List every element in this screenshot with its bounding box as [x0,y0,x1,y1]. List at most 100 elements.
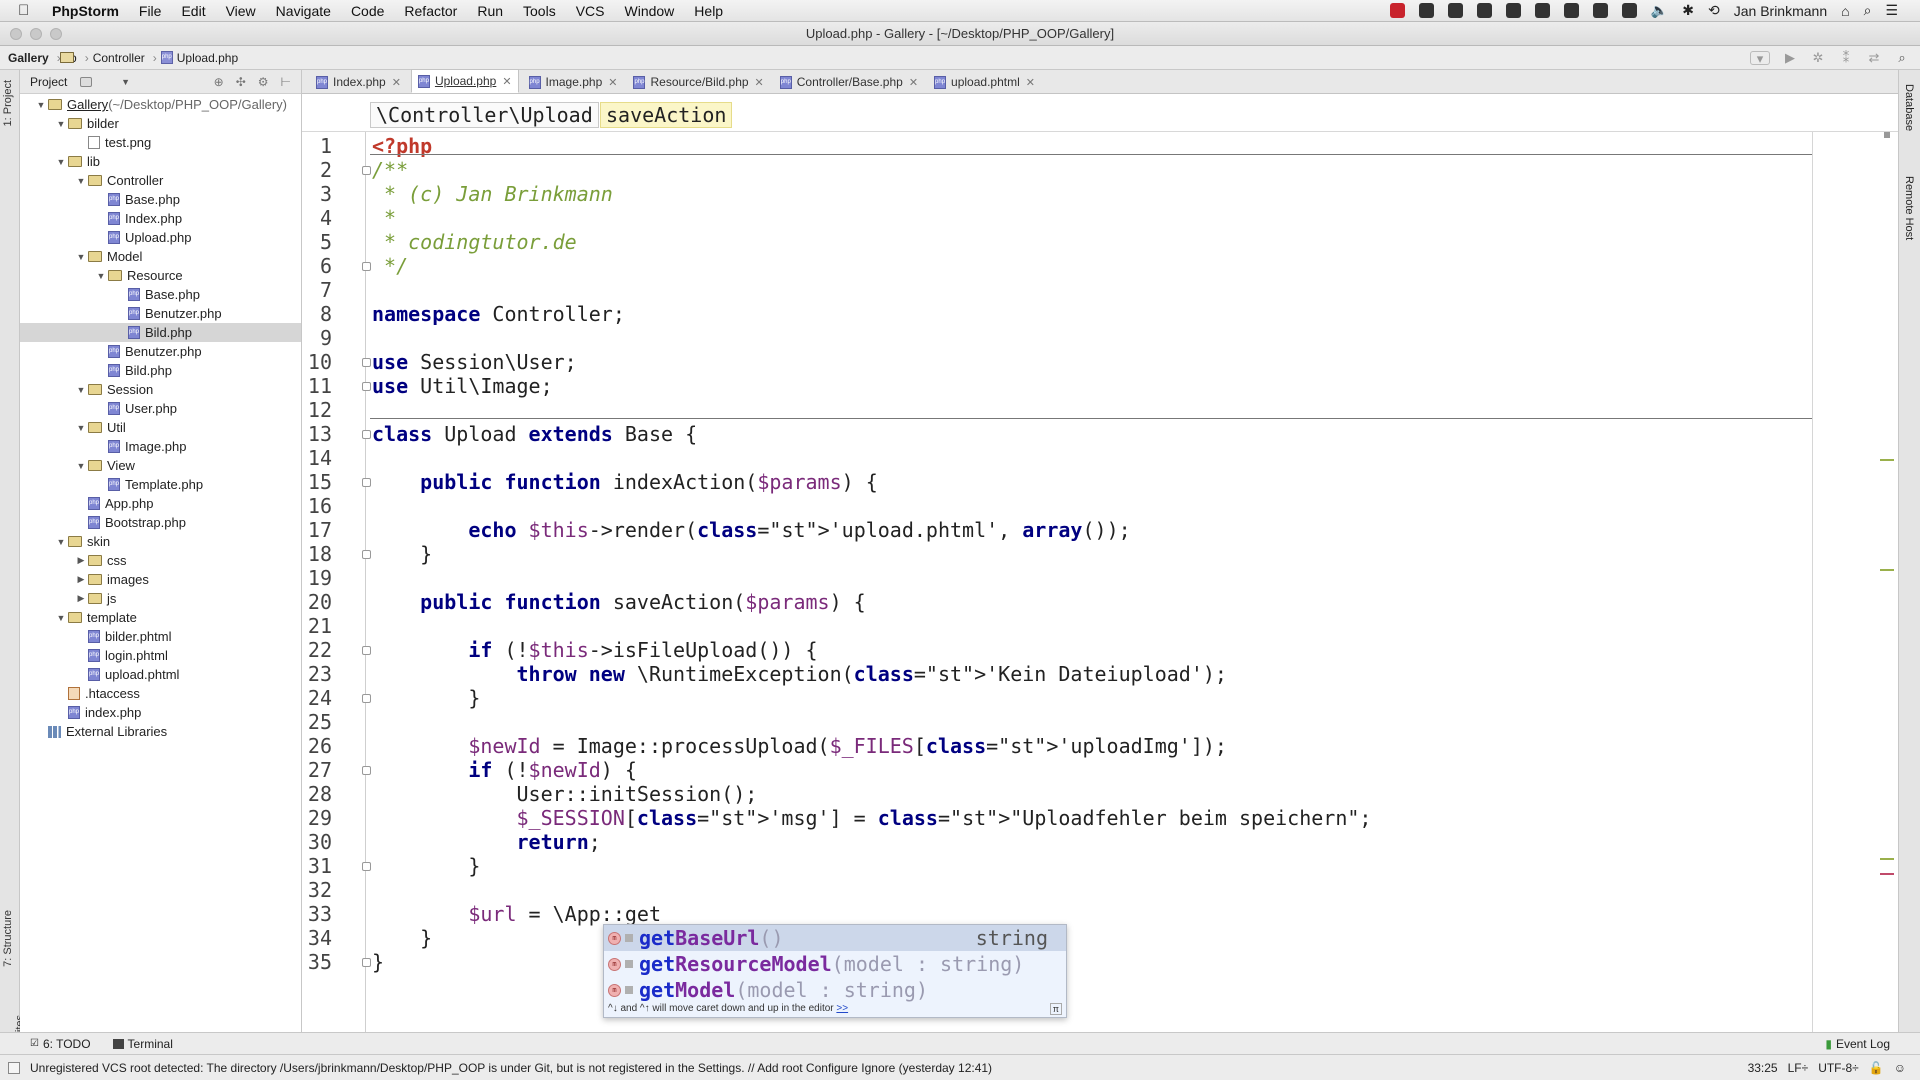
tree-item[interactable]: ▼ Resource [20,266,301,285]
search-everywhere-icon[interactable]: ⌕ [1894,50,1910,65]
dropbox-icon[interactable] [1418,3,1434,18]
breadcrumb-controller[interactable]: Controller [60,51,145,65]
editor-breadcrumb-class[interactable]: \Controller\Upload [370,102,599,128]
expanded-arrow-icon[interactable]: ▼ [74,423,88,433]
tree-item[interactable]: ▼ Session [20,380,301,399]
bluetooth-icon[interactable]: ✱ [1682,2,1694,19]
tree-item[interactable]: php Template.php [20,475,301,494]
creative-cloud-icon[interactable] [1563,3,1579,18]
close-window-button[interactable] [10,28,22,40]
tab-image-php[interactable]: php Image.php ✕ [523,71,624,93]
tree-item[interactable]: php User.php [20,399,301,418]
hide-panel-icon[interactable]: ⊢ [281,75,291,89]
expanded-arrow-icon[interactable]: ▼ [74,252,88,262]
todo-toolwindow-button[interactable]: ☑ 6: TODO [30,1037,91,1051]
vcs-icon[interactable]: ⇄ [1866,50,1882,65]
tab-resource-bild-php[interactable]: php Resource/Bild.php ✕ [627,71,769,93]
tree-item[interactable]: ▶ js [20,589,301,608]
tree-item[interactable]: ▼ Controller [20,171,301,190]
expanded-arrow-icon[interactable]: ▼ [94,271,108,281]
tree-item[interactable]: php Base.php [20,285,301,304]
menu-file[interactable]: File [139,3,162,19]
tree-item[interactable]: php Index.php [20,209,301,228]
event-log-button[interactable]: ▮ Event Log [1825,1037,1890,1051]
menu-refactor[interactable]: Refactor [404,3,457,19]
tab-controller-base-php[interactable]: php Controller/Base.php ✕ [774,71,924,93]
tree-item[interactable]: External Libraries [20,722,301,741]
tree-item[interactable]: php Base.php [20,190,301,209]
expanded-arrow-icon[interactable]: ▼ [54,613,68,623]
expanded-arrow-icon[interactable]: ▼ [74,385,88,395]
scroll-from-source-icon[interactable]: ⊕ [214,75,224,89]
project-toolwindow-button[interactable]: 1: Project [2,80,14,126]
menu-navigate[interactable]: Navigate [276,3,331,19]
tree-item[interactable]: php App.php [20,494,301,513]
run-icon[interactable]: ▶ [1782,50,1798,65]
expanded-arrow-icon[interactable]: ▼ [54,537,68,547]
menu-tools[interactable]: Tools [523,3,556,19]
tree-item[interactable]: ▼ Util [20,418,301,437]
run-config-dropdown[interactable]: ▾ [1750,50,1770,65]
collapsed-arrow-icon[interactable]: ▶ [74,574,88,585]
tray-app-icon[interactable] [1447,3,1463,18]
lock-icon[interactable]: 🔓 [1869,1061,1884,1075]
tree-item[interactable]: php Benutzer.php [20,342,301,361]
collapse-all-icon[interactable]: ✣ [236,75,246,89]
stripe-mark[interactable] [1880,858,1894,860]
tab-index-php[interactable]: php Index.php ✕ [310,71,407,93]
remote-host-toolwindow-button[interactable]: Remote Host [1903,176,1915,240]
menu-window[interactable]: Window [625,3,675,19]
tree-item[interactable]: .htaccess [20,684,301,703]
tree-item[interactable]: ▼ template [20,608,301,627]
status-message[interactable]: Unregistered VCS root detected: The dire… [30,1061,992,1075]
line-separator[interactable]: LF÷ [1788,1061,1809,1075]
display-icon[interactable] [1621,3,1637,18]
close-tab-icon[interactable]: ✕ [608,76,617,89]
autocomplete-item[interactable]: m getModel (model : string) [604,977,1066,1003]
menu-code[interactable]: Code [351,3,384,19]
close-tab-icon[interactable]: ✕ [1026,76,1035,89]
caret-position[interactable]: 33:25 [1748,1061,1778,1075]
close-tab-icon[interactable]: ✕ [909,76,918,89]
tree-item[interactable]: php Bild.php [20,361,301,380]
autocomplete-item[interactable]: m getResourceModel (model : string) [604,951,1066,977]
tree-item[interactable]: ▼ View [20,456,301,475]
tree-item[interactable]: php Image.php [20,437,301,456]
menubar-user[interactable]: Jan Brinkmann [1734,3,1827,19]
menu-run[interactable]: Run [477,3,503,19]
close-tab-icon[interactable]: ✕ [755,76,764,89]
tray-box-icon[interactable] [1534,3,1550,18]
expanded-arrow-icon[interactable]: ▼ [34,100,48,110]
gear-icon[interactable]: ⚙ [258,75,269,89]
user-icon[interactable]: ⌂ [1841,3,1849,19]
tree-item[interactable]: php login.phtml [20,646,301,665]
record-icon[interactable] [1389,3,1405,18]
tab-upload-php[interactable]: php Upload.php ✕ [410,69,519,93]
tree-item[interactable]: php Upload.php [20,228,301,247]
spotlight-icon[interactable]: ⌕ [1864,2,1872,19]
tree-item[interactable]: php Bild.php [20,323,301,342]
collapsed-arrow-icon[interactable]: ▶ [74,593,88,604]
file-encoding[interactable]: UTF-8÷ [1818,1061,1859,1075]
menu-app[interactable]: PhpStorm [52,3,119,19]
zoom-window-button[interactable] [50,28,62,40]
stripe-mark[interactable] [1880,459,1894,461]
menu-edit[interactable]: Edit [181,3,205,19]
tree-item[interactable]: php Benutzer.php [20,304,301,323]
database-toolwindow-button[interactable]: Database [1903,84,1915,131]
inspection-status-icon[interactable] [1884,132,1890,138]
apple-icon[interactable]:  [18,2,36,19]
stripe-mark[interactable] [1880,873,1894,875]
collapsed-arrow-icon[interactable]: ▶ [74,555,88,566]
editor-breadcrumb-method[interactable]: saveAction [600,102,733,128]
tree-item[interactable]: test.png [20,133,301,152]
menu-vcs[interactable]: VCS [576,3,605,19]
tab-upload-phtml[interactable]: php upload.phtml ✕ [928,71,1041,93]
quick-doc-icon[interactable]: π [1049,1003,1062,1015]
tree-item[interactable]: php upload.phtml [20,665,301,684]
tree-item[interactable]: php index.php [20,703,301,722]
autocomplete-item[interactable]: m getBaseUrl() string [604,925,1066,951]
tree-item[interactable]: ▼ bilder [20,114,301,133]
tree-item[interactable]: ▼ skin [20,532,301,551]
minimize-window-button[interactable] [30,28,42,40]
